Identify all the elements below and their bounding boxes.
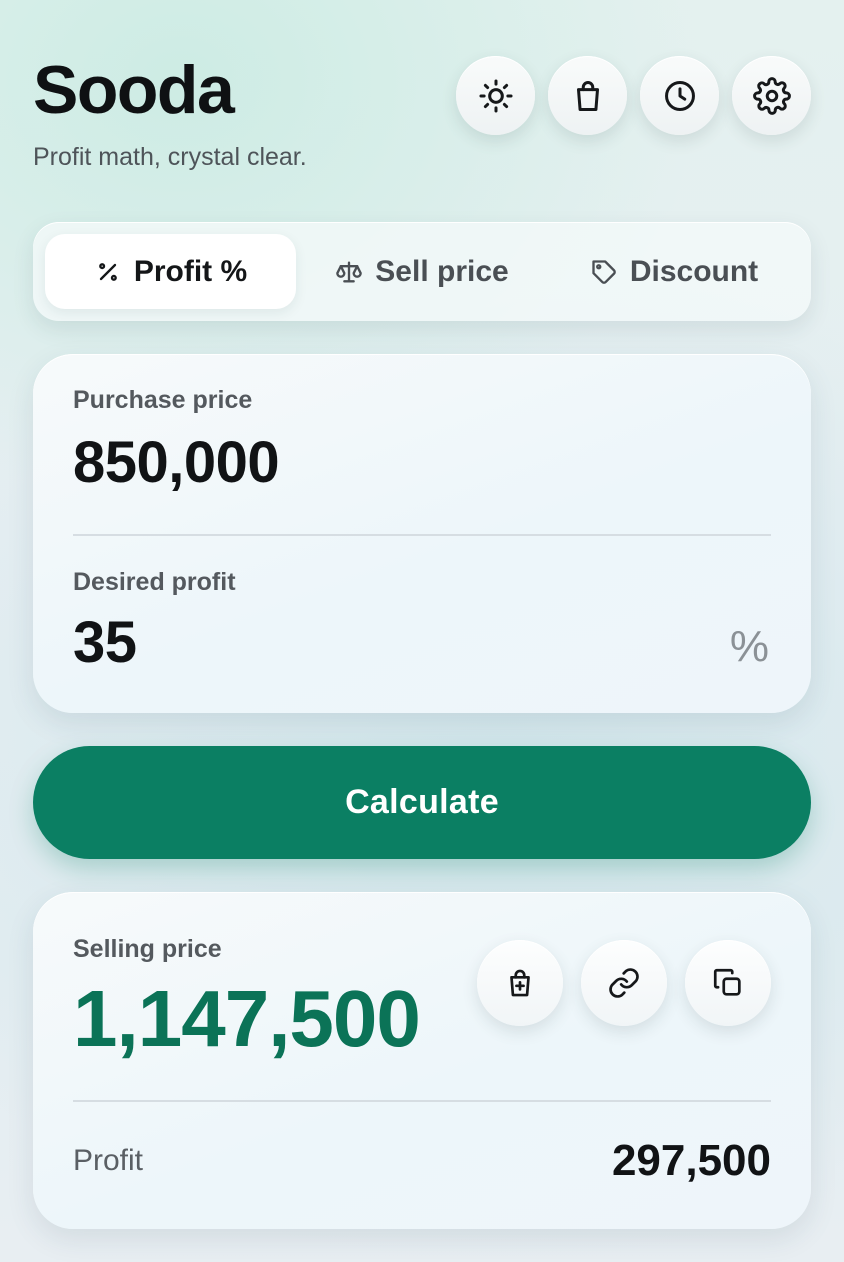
shopping-bag-icon bbox=[576, 80, 599, 111]
clock-icon bbox=[664, 80, 695, 111]
mode-tabs: Profit % Sell price Discount bbox=[33, 222, 811, 321]
percent-icon bbox=[98, 262, 117, 281]
percent-suffix: % bbox=[729, 622, 769, 671]
calculate-button[interactable]: Calculate bbox=[33, 746, 811, 859]
purchase-price-input[interactable]: 850,000 bbox=[73, 430, 280, 496]
copy-button[interactable] bbox=[685, 940, 771, 1026]
sun-icon bbox=[478, 78, 513, 113]
tab-label: Profit % bbox=[133, 254, 248, 288]
tag-icon bbox=[592, 259, 616, 284]
tab-discount[interactable]: Discount bbox=[548, 234, 800, 309]
result-card: Selling price 1,147,500 Profit 297,500 bbox=[33, 892, 811, 1229]
scale-icon bbox=[336, 261, 363, 282]
share-link-button[interactable] bbox=[581, 940, 667, 1026]
purchase-price-label: Purchase price bbox=[73, 386, 253, 414]
link-icon bbox=[609, 968, 639, 998]
input-card: Purchase price 850,000 Desired profit 35… bbox=[33, 354, 811, 713]
divider bbox=[73, 1100, 771, 1102]
desired-profit-input[interactable]: 35 bbox=[73, 610, 137, 676]
shop-button[interactable] bbox=[548, 56, 627, 135]
selling-price-label: Selling price bbox=[73, 935, 222, 963]
tab-profit-percent[interactable]: Profit % bbox=[45, 234, 296, 309]
app-title: Sooda bbox=[33, 52, 235, 128]
history-button[interactable] bbox=[640, 56, 719, 135]
profit-value: 297,500 bbox=[611, 1136, 771, 1185]
selling-price-value: 1,147,500 bbox=[73, 974, 421, 1063]
divider bbox=[73, 534, 771, 536]
bag-plus-icon bbox=[510, 969, 530, 997]
theme-toggle-button[interactable] bbox=[456, 56, 535, 135]
result-actions bbox=[477, 940, 771, 1026]
copy-icon bbox=[713, 968, 741, 996]
add-to-bag-button[interactable] bbox=[477, 940, 563, 1026]
settings-button[interactable] bbox=[732, 56, 811, 135]
tab-label: Discount bbox=[629, 254, 759, 288]
desired-profit-label: Desired profit bbox=[73, 568, 236, 596]
app-tagline: Profit math, crystal clear. bbox=[33, 143, 307, 171]
header-actions bbox=[456, 56, 811, 135]
tab-label: Sell price bbox=[375, 254, 509, 288]
profit-label: Profit bbox=[73, 1144, 144, 1177]
tab-sell-price[interactable]: Sell price bbox=[296, 234, 548, 309]
gear-icon bbox=[752, 76, 791, 115]
